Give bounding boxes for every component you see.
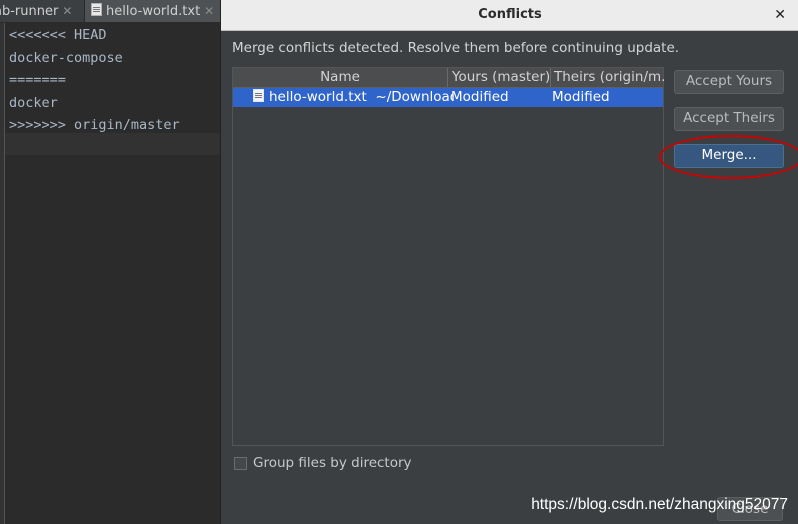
text-file-icon (253, 89, 264, 102)
column-header-name[interactable]: Name (233, 68, 448, 87)
text-file-icon (91, 3, 102, 16)
conflict-message: Merge conflicts detected. Resolve them b… (232, 40, 680, 56)
code-line: >>>>>>> origin/master (9, 117, 180, 133)
tab-label: hello-world.txt (106, 4, 201, 19)
group-by-directory-label[interactable]: Group files by directory (253, 455, 412, 471)
table-header: Name Yours (master) Theirs (origin/m... (233, 68, 666, 88)
group-by-directory-checkbox[interactable] (234, 457, 247, 470)
column-header-yours[interactable]: Yours (master) (448, 68, 551, 87)
editor-pane: ab-runner ✕ hello-world.txt ✕ <<<<<<< HEAD… (0, 0, 221, 524)
tab-close-icon[interactable]: ✕ (204, 4, 214, 18)
code-line: <<<<<<< HEAD (9, 27, 107, 43)
watermark-text: https://blog.csdn.net/zhangxing52077 (531, 496, 788, 513)
editor-tab-bar: ab-runner ✕ hello-world.txt ✕ (0, 0, 221, 23)
code-line: ======= (9, 72, 66, 88)
conflicts-table: Name Yours (master) Theirs (origin/m... … (232, 67, 666, 446)
yours-status: Modified (451, 89, 509, 105)
code-line: docker (9, 94, 58, 111)
editor-gutter (0, 23, 5, 524)
annotation-circle (659, 135, 798, 179)
conflicts-dialog: Conflicts ✕ Merge conflicts detected. Re… (220, 0, 798, 524)
tab-label: ab-runner (0, 4, 59, 19)
tab-close-icon[interactable]: ✕ (62, 4, 72, 18)
tab-hello-world[interactable]: hello-world.txt ✕ (84, 0, 221, 22)
column-header-theirs[interactable]: Theirs (origin/m... (551, 68, 666, 87)
file-path: ~/Downloads (375, 89, 453, 105)
table-row[interactable]: hello-world.txt ~/Downloads Modified Mod… (233, 88, 663, 107)
tab-ab-runner[interactable]: ab-runner ✕ (0, 0, 78, 22)
code-area[interactable]: <<<<<<< HEAD docker-compose ======= dock… (9, 24, 180, 137)
theirs-status: Modified (552, 89, 610, 105)
accept-theirs-button[interactable]: Accept Theirs (674, 107, 784, 131)
accept-yours-button[interactable]: Accept Yours (674, 70, 784, 94)
dialog-title: Conflicts (478, 7, 542, 22)
dialog-titlebar[interactable]: Conflicts ✕ (221, 0, 798, 31)
file-name-cell: hello-world.txt ~/Downloads (253, 88, 453, 107)
file-name: hello-world.txt (269, 89, 367, 105)
code-line: docker-compose (9, 49, 123, 66)
close-icon[interactable]: ✕ (774, 0, 786, 30)
